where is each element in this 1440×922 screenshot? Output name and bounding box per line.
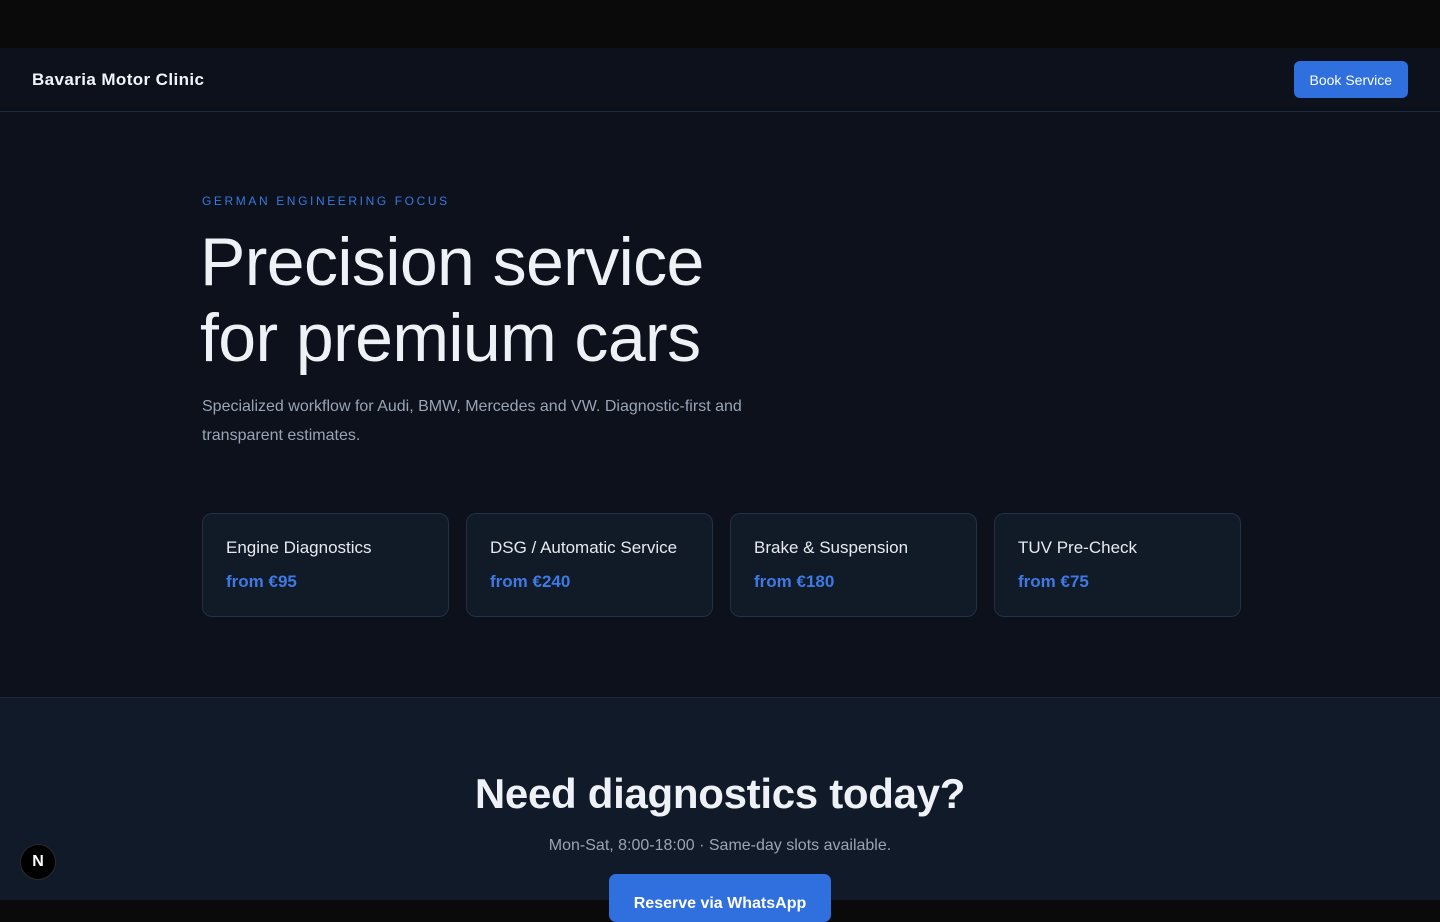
site-header: Bavaria Motor Clinic Book Service (0, 48, 1440, 112)
service-card-price: from €180 (754, 572, 835, 591)
service-card-title: Brake & Suspension (754, 538, 909, 557)
nextjs-dev-badge-icon[interactable]: N (20, 844, 56, 880)
service-card-brake-suspension[interactable]: Brake & Suspension from €180 (730, 513, 977, 617)
service-cards: Engine Diagnostics from €95 DSG / Automa… (202, 513, 1241, 617)
hero-subtitle: Specialized workflow for Audi, BMW, Merc… (202, 398, 742, 444)
service-card-title: DSG / Automatic Service (490, 538, 678, 557)
hero-title: Precision service for premium cars (200, 224, 840, 376)
reserve-whatsapp-button[interactable]: Reserve via WhatsApp (609, 874, 831, 922)
service-card-price: from €95 (226, 572, 297, 591)
service-card-price: from €75 (1018, 572, 1089, 591)
service-card-price: from €240 (490, 572, 571, 591)
service-card-tuv-pre-check[interactable]: TUV Pre-Check from €75 (994, 513, 1241, 617)
browser-top-band (0, 0, 1440, 48)
service-card-dsg-automatic[interactable]: DSG / Automatic Service from €240 (466, 513, 713, 617)
hero-title-line-2: for premium cars (200, 300, 701, 376)
service-card-title: Engine Diagnostics (226, 538, 372, 557)
cta-section: Need diagnostics today? Mon-Sat, 8:00-18… (0, 698, 1440, 922)
hero-eyebrow: GERMAN ENGINEERING FOCUS (202, 194, 450, 208)
cta-title: Need diagnostics today? (474, 770, 966, 817)
hero-title-line-1: Precision service (200, 224, 704, 300)
service-card-engine-diagnostics[interactable]: Engine Diagnostics from €95 (202, 513, 449, 617)
book-service-button[interactable]: Book Service (1293, 61, 1408, 98)
brand-logo[interactable]: Bavaria Motor Clinic (32, 70, 204, 90)
service-card-title: TUV Pre-Check (1018, 538, 1138, 557)
hero-section: GERMAN ENGINEERING FOCUS Precision servi… (0, 112, 1440, 697)
cta-subtitle: Mon-Sat, 8:00-18:00 · Same-day slots ava… (548, 837, 892, 854)
